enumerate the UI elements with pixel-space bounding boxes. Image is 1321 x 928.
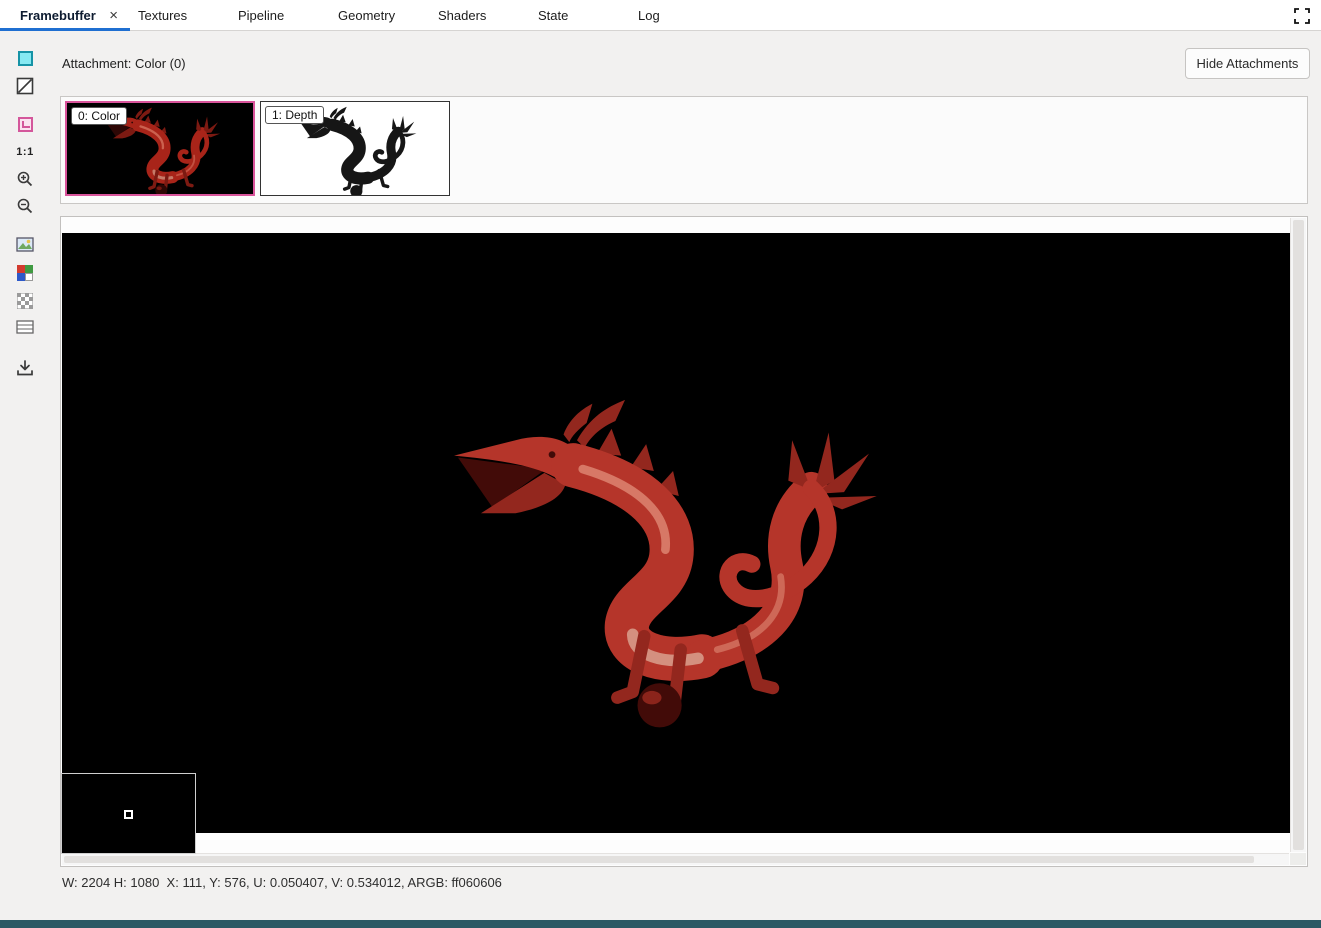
tab-pipeline[interactable]: Pipeline xyxy=(230,0,330,30)
zoom-out-icon[interactable] xyxy=(13,195,37,217)
tab-state-label: State xyxy=(538,7,569,23)
tab-textures[interactable]: Textures xyxy=(130,0,230,30)
tab-framebuffer[interactable]: Framebuffer × xyxy=(0,0,130,31)
alpha-channel-icon[interactable] xyxy=(13,75,37,97)
vertical-scrollbar[interactable] xyxy=(1290,218,1306,852)
attachment-thumb-color[interactable]: 0: Color xyxy=(65,101,255,196)
hide-attachments-button[interactable]: Hide Attachments xyxy=(1185,48,1310,79)
image-icon[interactable] xyxy=(13,234,37,256)
status-bar: W: 2204 H: 1080 X: 111, Y: 576, U: 0.050… xyxy=(62,875,502,890)
picked-pixel-marker xyxy=(124,810,133,819)
tab-log-label: Log xyxy=(638,7,660,23)
scrollbar-corner xyxy=(1290,853,1306,865)
attachments-strip: 0: Color 1: Depth xyxy=(60,96,1308,204)
render-canvas[interactable] xyxy=(62,233,1290,833)
framebuffer-window: Framebuffer × Textures Pipeline Geometry… xyxy=(0,0,1321,928)
tab-shaders[interactable]: Shaders xyxy=(430,0,530,30)
attachment-chip-color: 0: Color xyxy=(71,107,128,125)
tab-bar: Framebuffer × Textures Pipeline Geometry… xyxy=(0,0,1321,31)
tab-state[interactable]: State xyxy=(530,0,630,30)
dragon-render xyxy=(400,373,900,738)
tab-geometry-label: Geometry xyxy=(338,7,396,23)
window-bottom-edge xyxy=(0,920,1321,928)
background-icon[interactable] xyxy=(13,316,37,338)
tab-geometry[interactable]: Geometry xyxy=(330,0,430,30)
zoom-in-icon[interactable] xyxy=(13,168,37,190)
checkerboard-icon[interactable] xyxy=(13,290,37,312)
attachment-thumb-depth[interactable]: 1: Depth xyxy=(260,101,450,196)
attachment-chip-depth: 1: Depth xyxy=(265,106,325,124)
tab-pipeline-label: Pipeline xyxy=(238,7,285,23)
horizontal-scrollbar[interactable] xyxy=(62,853,1289,865)
save-icon[interactable] xyxy=(13,357,37,379)
zoom-1to1-icon[interactable]: 1:1 xyxy=(13,141,37,163)
pick-region-icon[interactable] xyxy=(13,113,37,135)
close-icon[interactable]: × xyxy=(109,8,118,23)
color-palette-icon[interactable] xyxy=(13,262,37,284)
tab-shaders-label: Shaders xyxy=(438,7,487,23)
color-channel-icon[interactable] xyxy=(13,47,37,69)
tab-textures-label: Textures xyxy=(138,7,188,23)
attachment-label: Attachment: Color (0) xyxy=(62,56,186,71)
tab-log[interactable]: Log xyxy=(630,0,730,30)
tab-framebuffer-label: Framebuffer xyxy=(20,7,96,23)
pixel-context-view xyxy=(61,773,196,854)
texture-viewport xyxy=(60,216,1308,867)
fullscreen-icon[interactable] xyxy=(1292,6,1312,26)
